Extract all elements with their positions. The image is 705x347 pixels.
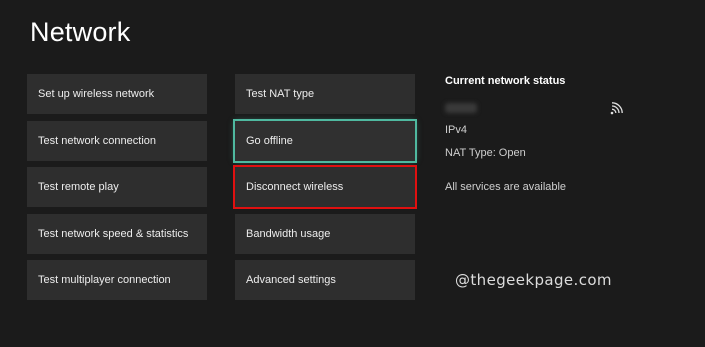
setup-wireless-network-button[interactable]: Set up wireless network <box>27 74 207 114</box>
test-remote-play-button[interactable]: Test remote play <box>27 167 207 207</box>
status-title: Current network status <box>445 75 566 87</box>
disconnect-wireless-button[interactable]: Disconnect wireless <box>233 165 417 209</box>
test-network-connection-button[interactable]: Test network connection <box>27 121 207 161</box>
network-status-panel: Current network status IPv4 NAT Type: Op… <box>445 75 675 204</box>
wifi-signal-icon <box>610 102 623 115</box>
ip-version: IPv4 <box>445 124 468 136</box>
test-multiplayer-connection-button[interactable]: Test multiplayer connection <box>27 260 207 300</box>
advanced-settings-button[interactable]: Advanced settings <box>235 260 415 300</box>
bandwidth-usage-button[interactable]: Bandwidth usage <box>235 214 415 254</box>
network-name-redacted <box>445 101 675 124</box>
page-title: Network <box>30 17 131 47</box>
services-status: All services are available <box>445 181 567 193</box>
test-nat-type-button[interactable]: Test NAT type <box>235 74 415 114</box>
nat-type: NAT Type: Open <box>445 147 526 159</box>
watermark: @thegeekpage.com <box>455 271 612 289</box>
go-offline-button[interactable]: Go offline <box>233 119 417 163</box>
test-network-speed-button[interactable]: Test network speed & statistics <box>27 214 207 254</box>
